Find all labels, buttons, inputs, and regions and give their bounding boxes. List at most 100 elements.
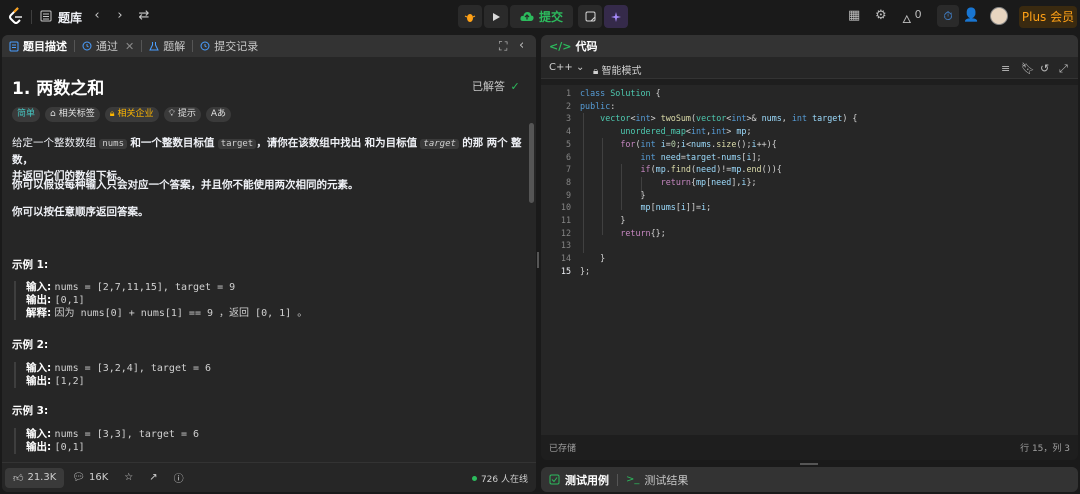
thumbs-up-icon: 👍︎ xyxy=(13,472,24,484)
favorite-button[interactable]: ☆ xyxy=(116,472,141,483)
online-count: 726 人在线 xyxy=(471,472,528,485)
desc-bold: 和为目标值 xyxy=(364,137,418,149)
translate-icon: Aあ xyxy=(210,109,227,119)
description-paragraph-3: 你可以按任意顺序返回答案。 xyxy=(12,206,149,218)
problem-list-title[interactable]: 题库 xyxy=(58,9,82,26)
example-output: [0,1] xyxy=(54,442,85,453)
streak-count: 0 xyxy=(914,8,922,21)
example-1-title: 示例 1: xyxy=(12,259,49,271)
line-number: 13 xyxy=(560,240,571,251)
companies-tag-button[interactable]: 🔒︎ 相关企业 xyxy=(104,107,159,122)
editor-toolbar: C++ ⌄ 🔒︎ 智能模式 ≡ 🔖︎ ↺ ⤢ xyxy=(541,57,1078,79)
tab-accepted[interactable]: 通过 ✕ xyxy=(75,35,141,57)
fullscreen-icon[interactable]: ⛶ xyxy=(499,39,507,54)
language-select[interactable]: C++ ⌄ xyxy=(549,62,584,73)
settings-gear-icon[interactable]: ⚙ xyxy=(875,8,887,23)
notes-button[interactable] xyxy=(578,5,603,28)
like-count: 21.3K xyxy=(27,472,57,483)
nav-divider xyxy=(31,10,32,24)
horizontal-resize-handle[interactable] xyxy=(800,463,818,465)
description-scrollbar[interactable] xyxy=(529,123,534,203)
note-icon xyxy=(585,11,596,22)
line-number: 5 xyxy=(565,138,571,149)
example-1-block: 输入: nums = [2,7,11,15], target = 9 输出: [… xyxy=(14,281,307,320)
example-output: [0,1] xyxy=(54,295,85,306)
topics-tag-button[interactable]: ⌂ 相关标签 xyxy=(45,107,100,122)
comments-button[interactable]: 💬︎ 16K xyxy=(64,472,116,483)
plus-member-button[interactable]: Plus 会员 xyxy=(1019,6,1077,28)
inline-code: target xyxy=(420,139,459,149)
inline-code: target xyxy=(217,139,257,149)
tab-solutions[interactable]: 题解 xyxy=(142,35,192,57)
inline-code: nums xyxy=(99,139,128,149)
saved-status: 已存储 xyxy=(549,444,577,454)
test-result-label: 测试结果 xyxy=(644,473,689,487)
testcase-label: 测试用例 xyxy=(565,473,609,487)
list-icon[interactable] xyxy=(40,10,52,22)
difficulty-label: 简单 xyxy=(17,109,36,119)
input-label: 输入: xyxy=(26,281,52,293)
tab-submissions-label: 提交记录 xyxy=(214,40,259,53)
streak-counter[interactable]: 🜂 0 xyxy=(902,8,922,30)
code-editor[interactable]: 1 2 3 4 5 6 7 8 9 10 11 12 13 14 15 class Solution { p… xyxy=(541,85,1078,435)
line-number: 8 xyxy=(565,176,571,187)
debug-button[interactable] xyxy=(458,5,482,28)
help-button[interactable]: ⓘ xyxy=(166,470,192,485)
line-numbers: 1 2 3 4 5 6 7 8 9 10 11 12 13 14 15 xyxy=(541,87,571,278)
solved-label: 已解答 xyxy=(472,80,505,93)
translate-button[interactable]: Aあ xyxy=(205,107,232,122)
ai-assist-button[interactable] xyxy=(604,5,629,28)
cloud-upload-icon xyxy=(520,12,534,21)
mode-toggle[interactable]: 🔒︎ 智能模式 xyxy=(593,62,642,77)
leetcode-logo[interactable] xyxy=(8,7,24,25)
shuffle-icon[interactable]: ⇄ xyxy=(137,9,151,23)
example-2-title: 示例 2: xyxy=(12,339,49,351)
share-button[interactable]: ↗ xyxy=(141,472,165,483)
tag-row: 简单 ⌂ 相关标签 🔒︎ 相关企业 💡︎ 提示 Aあ xyxy=(12,107,232,122)
tab-testcase[interactable]: 测试用例 xyxy=(541,472,617,488)
format-icon[interactable]: ≡ xyxy=(1001,62,1010,75)
run-button[interactable] xyxy=(484,5,508,28)
code-panel-title: 代码 xyxy=(575,40,598,53)
submit-label: 提交 xyxy=(539,10,564,24)
vertical-resize-handle[interactable] xyxy=(537,252,539,268)
line-number: 2 xyxy=(565,100,571,111)
checkbox-icon xyxy=(549,474,560,485)
layout-grid-icon[interactable]: ▦ xyxy=(848,8,860,23)
example-input: nums = [3,2,4], target = 6 xyxy=(54,363,212,374)
line-number: 3 xyxy=(565,113,571,124)
line-number: 4 xyxy=(565,126,571,137)
timer-icon[interactable]: ⏱ xyxy=(937,5,959,27)
hint-button[interactable]: 💡︎ 提示 xyxy=(163,107,201,122)
avatar[interactable] xyxy=(990,7,1008,25)
next-problem-icon[interactable]: › xyxy=(113,9,127,23)
output-label: 输出: xyxy=(26,441,52,453)
lightbulb-icon: 💡︎ xyxy=(168,109,175,119)
topics-label: 相关标签 xyxy=(58,109,95,119)
tab-description[interactable]: 题目描述 xyxy=(2,35,74,57)
description-tabbar: 题目描述 通过 ✕ 题解 提交记录 ⛶ ‹ xyxy=(2,35,536,57)
submit-button[interactable]: 提交 xyxy=(510,5,574,28)
cursor-position: 行 15，列 3 xyxy=(1020,444,1070,454)
example-input: nums = [3,3], target = 6 xyxy=(54,429,200,440)
code-content[interactable]: class Solution { public: vector<int> two… xyxy=(580,87,857,278)
top-nav: 题库 ‹ › ⇄ 提交 ▦ ⚙ 🜂 0 ⏱ 👤 Plus 会员 xyxy=(0,0,1080,33)
collapse-panel-icon[interactable]: ‹ xyxy=(519,38,524,53)
sparkle-icon xyxy=(611,11,622,22)
like-button[interactable]: 👍︎ 21.3K xyxy=(5,467,65,488)
example-2-block: 输入: nums = [3,2,4], target = 6 输出: [1,2] xyxy=(14,362,211,388)
desc-text: ，请你在该数组中找出 xyxy=(256,137,362,149)
mode-label: 智能模式 xyxy=(601,66,642,77)
close-tab-icon[interactable]: ✕ xyxy=(125,40,134,53)
add-friend-icon[interactable]: 👤 xyxy=(963,8,979,23)
tab-test-result[interactable]: >_ 测试结果 xyxy=(618,472,696,488)
reset-icon[interactable]: ↺ xyxy=(1040,62,1049,75)
question-circle-icon: ⓘ xyxy=(173,474,184,485)
chevron-down-icon: ⌄ xyxy=(575,62,585,73)
difficulty-badge[interactable]: 简单 xyxy=(12,107,41,122)
bookmark-icon[interactable]: 🔖︎ xyxy=(1021,62,1035,75)
comment-icon: 💬︎ xyxy=(72,472,85,483)
expand-icon[interactable]: ⤢ xyxy=(1059,62,1068,76)
tab-submissions[interactable]: 提交记录 xyxy=(193,35,265,57)
prev-problem-icon[interactable]: ‹ xyxy=(90,9,104,23)
